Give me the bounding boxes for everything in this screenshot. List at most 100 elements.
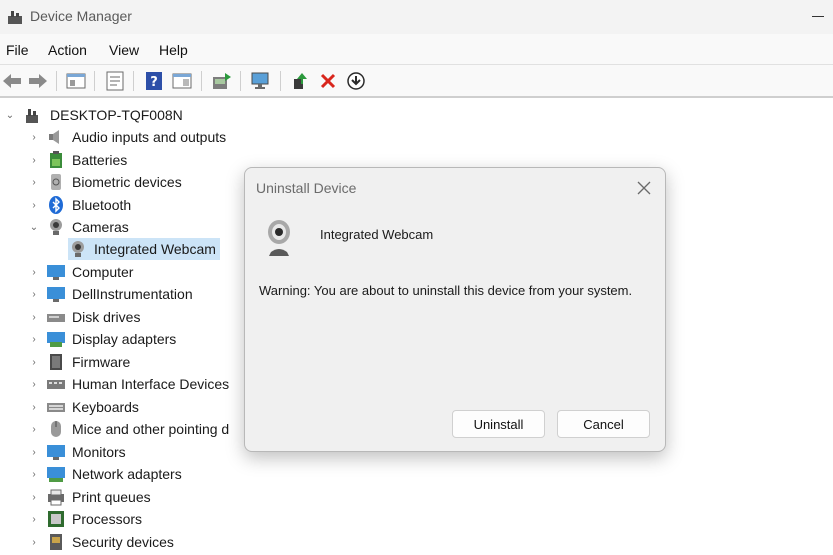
- chevron-right-icon[interactable]: ›: [28, 486, 40, 508]
- menu-file[interactable]: File: [6, 42, 29, 58]
- tree-item-label: Firmware: [72, 354, 131, 370]
- action-view-icon[interactable]: [170, 69, 194, 93]
- security-device-icon: [46, 532, 66, 552]
- toolbar-separator: [201, 71, 202, 91]
- tree-item-label: Audio inputs and outputs: [72, 129, 227, 145]
- tree-item-mice[interactable]: Mice and other pointing d: [46, 418, 229, 440]
- chevron-right-icon[interactable]: ›: [28, 463, 40, 485]
- chevron-down-icon[interactable]: ⌄: [28, 216, 40, 238]
- tree-item-print-queues[interactable]: Print queues: [46, 486, 151, 508]
- cancel-button[interactable]: Cancel: [557, 410, 650, 438]
- uninstall-button[interactable]: Uninstall: [452, 410, 545, 438]
- tree-item-audio[interactable]: Audio inputs and outputs: [46, 126, 226, 148]
- back-arrow-icon[interactable]: [0, 69, 24, 93]
- computer-icon: [46, 262, 66, 282]
- update-driver-icon[interactable]: [210, 69, 234, 93]
- tree-item-processors[interactable]: Processors: [46, 508, 142, 530]
- monitor-icon: [46, 442, 66, 462]
- tree-item-keyboards[interactable]: Keyboards: [46, 396, 139, 418]
- tree-item-label: Network adapters: [72, 466, 182, 482]
- tree-root[interactable]: DESKTOP-TQF008N: [24, 104, 183, 126]
- chevron-right-icon[interactable]: ›: [28, 373, 40, 395]
- chevron-right-icon[interactable]: ›: [28, 171, 40, 193]
- chevron-right-icon[interactable]: ›: [28, 396, 40, 418]
- mouse-icon: [46, 419, 66, 439]
- tree-item-label: Bluetooth: [72, 197, 132, 213]
- chevron-right-icon[interactable]: ›: [28, 351, 40, 373]
- uninstall-x-icon[interactable]: [316, 69, 340, 93]
- webcam-icon: [265, 218, 293, 263]
- battery-icon: [46, 150, 66, 170]
- chevron-right-icon[interactable]: ›: [28, 508, 40, 530]
- tree-item-label: Print queues: [72, 489, 151, 505]
- menu-bar: File Action View Help: [0, 34, 833, 64]
- tree-item-label: Computer: [72, 264, 134, 280]
- dialog-warning-text: Warning: You are about to uninstall this…: [259, 283, 633, 298]
- chevron-right-icon[interactable]: ›: [28, 328, 40, 350]
- dialog-device-name: Integrated Webcam: [320, 227, 434, 242]
- tree-item-dellinstrumentation[interactable]: DellInstrumentation: [46, 283, 193, 305]
- fingerprint-icon: [46, 172, 66, 192]
- tree-item-integrated-webcam[interactable]: Integrated Webcam: [68, 238, 220, 260]
- tree-item-biometric[interactable]: Biometric devices: [46, 171, 182, 193]
- tree-item-label: Mice and other pointing d: [72, 421, 230, 437]
- chevron-right-icon[interactable]: ›: [28, 418, 40, 440]
- chevron-right-icon[interactable]: ›: [28, 306, 40, 328]
- toolbar-separator: [240, 71, 241, 91]
- tree-item-display-adapters[interactable]: Display adapters: [46, 328, 176, 350]
- tree-item-label: Cameras: [72, 219, 129, 235]
- printer-icon: [46, 487, 66, 507]
- tree-item-label: DellInstrumentation: [72, 286, 193, 302]
- tree-item-firmware[interactable]: Firmware: [46, 351, 130, 373]
- webcam-icon: [68, 239, 88, 259]
- tree-item-network-adapters[interactable]: Network adapters: [46, 463, 182, 485]
- chevron-right-icon[interactable]: ›: [28, 126, 40, 148]
- chevron-right-icon[interactable]: ›: [28, 149, 40, 171]
- tree-item-batteries[interactable]: Batteries: [46, 149, 127, 171]
- scan-hardware-icon[interactable]: [249, 69, 273, 93]
- show-hide-tree-icon[interactable]: [64, 69, 88, 93]
- uninstall-device-dialog: Uninstall Device Integrated Webcam Warni…: [244, 167, 666, 452]
- tree-item-hid[interactable]: Human Interface Devices: [46, 373, 229, 395]
- tree-item-label: Human Interface Devices: [72, 376, 230, 392]
- tree-item-label: Biometric devices: [72, 174, 182, 190]
- toolbar-separator: [133, 71, 134, 91]
- chevron-right-icon[interactable]: ›: [28, 283, 40, 305]
- speaker-icon: [46, 127, 66, 147]
- close-icon[interactable]: [636, 180, 652, 196]
- tree-item-bluetooth[interactable]: Bluetooth: [46, 194, 131, 216]
- monitor-icon: [46, 284, 66, 304]
- network-adapter-icon: [46, 464, 66, 484]
- properties-icon[interactable]: [103, 69, 127, 93]
- menu-action[interactable]: Action: [48, 42, 87, 58]
- help-icon[interactable]: ?: [142, 69, 166, 93]
- tree-item-label: Disk drives: [72, 309, 141, 325]
- enable-device-icon[interactable]: [288, 69, 312, 93]
- tree-item-monitors[interactable]: Monitors: [46, 441, 126, 463]
- hid-icon: [46, 374, 66, 394]
- chevron-right-icon[interactable]: ›: [28, 261, 40, 283]
- chevron-right-icon[interactable]: ›: [28, 194, 40, 216]
- menu-view[interactable]: View: [109, 42, 139, 58]
- display-adapter-icon: [46, 329, 66, 349]
- computer-icon: [24, 105, 44, 125]
- tree-item-label: Batteries: [72, 152, 128, 168]
- tree-item-computer[interactable]: Computer: [46, 261, 133, 283]
- camera-icon: [46, 217, 66, 237]
- title-bar: Device Manager: [0, 0, 833, 34]
- disk-drive-icon: [46, 307, 66, 327]
- chevron-right-icon[interactable]: ›: [28, 441, 40, 463]
- tree-item-label: Monitors: [72, 444, 126, 460]
- forward-arrow-icon[interactable]: [26, 69, 50, 93]
- toolbar: ?: [0, 64, 833, 98]
- tree-item-label: Security devices: [72, 534, 174, 550]
- tree-item-disk-drives[interactable]: Disk drives: [46, 306, 140, 328]
- toolbar-separator: [94, 71, 95, 91]
- toolbar-separator: [280, 71, 281, 91]
- chevron-down-icon[interactable]: ⌄: [4, 104, 16, 126]
- svg-text:?: ?: [150, 75, 158, 90]
- menu-help[interactable]: Help: [159, 42, 188, 58]
- minimize-button[interactable]: [812, 16, 824, 17]
- download-driver-icon[interactable]: [344, 69, 368, 93]
- tree-item-cameras[interactable]: Cameras: [46, 216, 129, 238]
